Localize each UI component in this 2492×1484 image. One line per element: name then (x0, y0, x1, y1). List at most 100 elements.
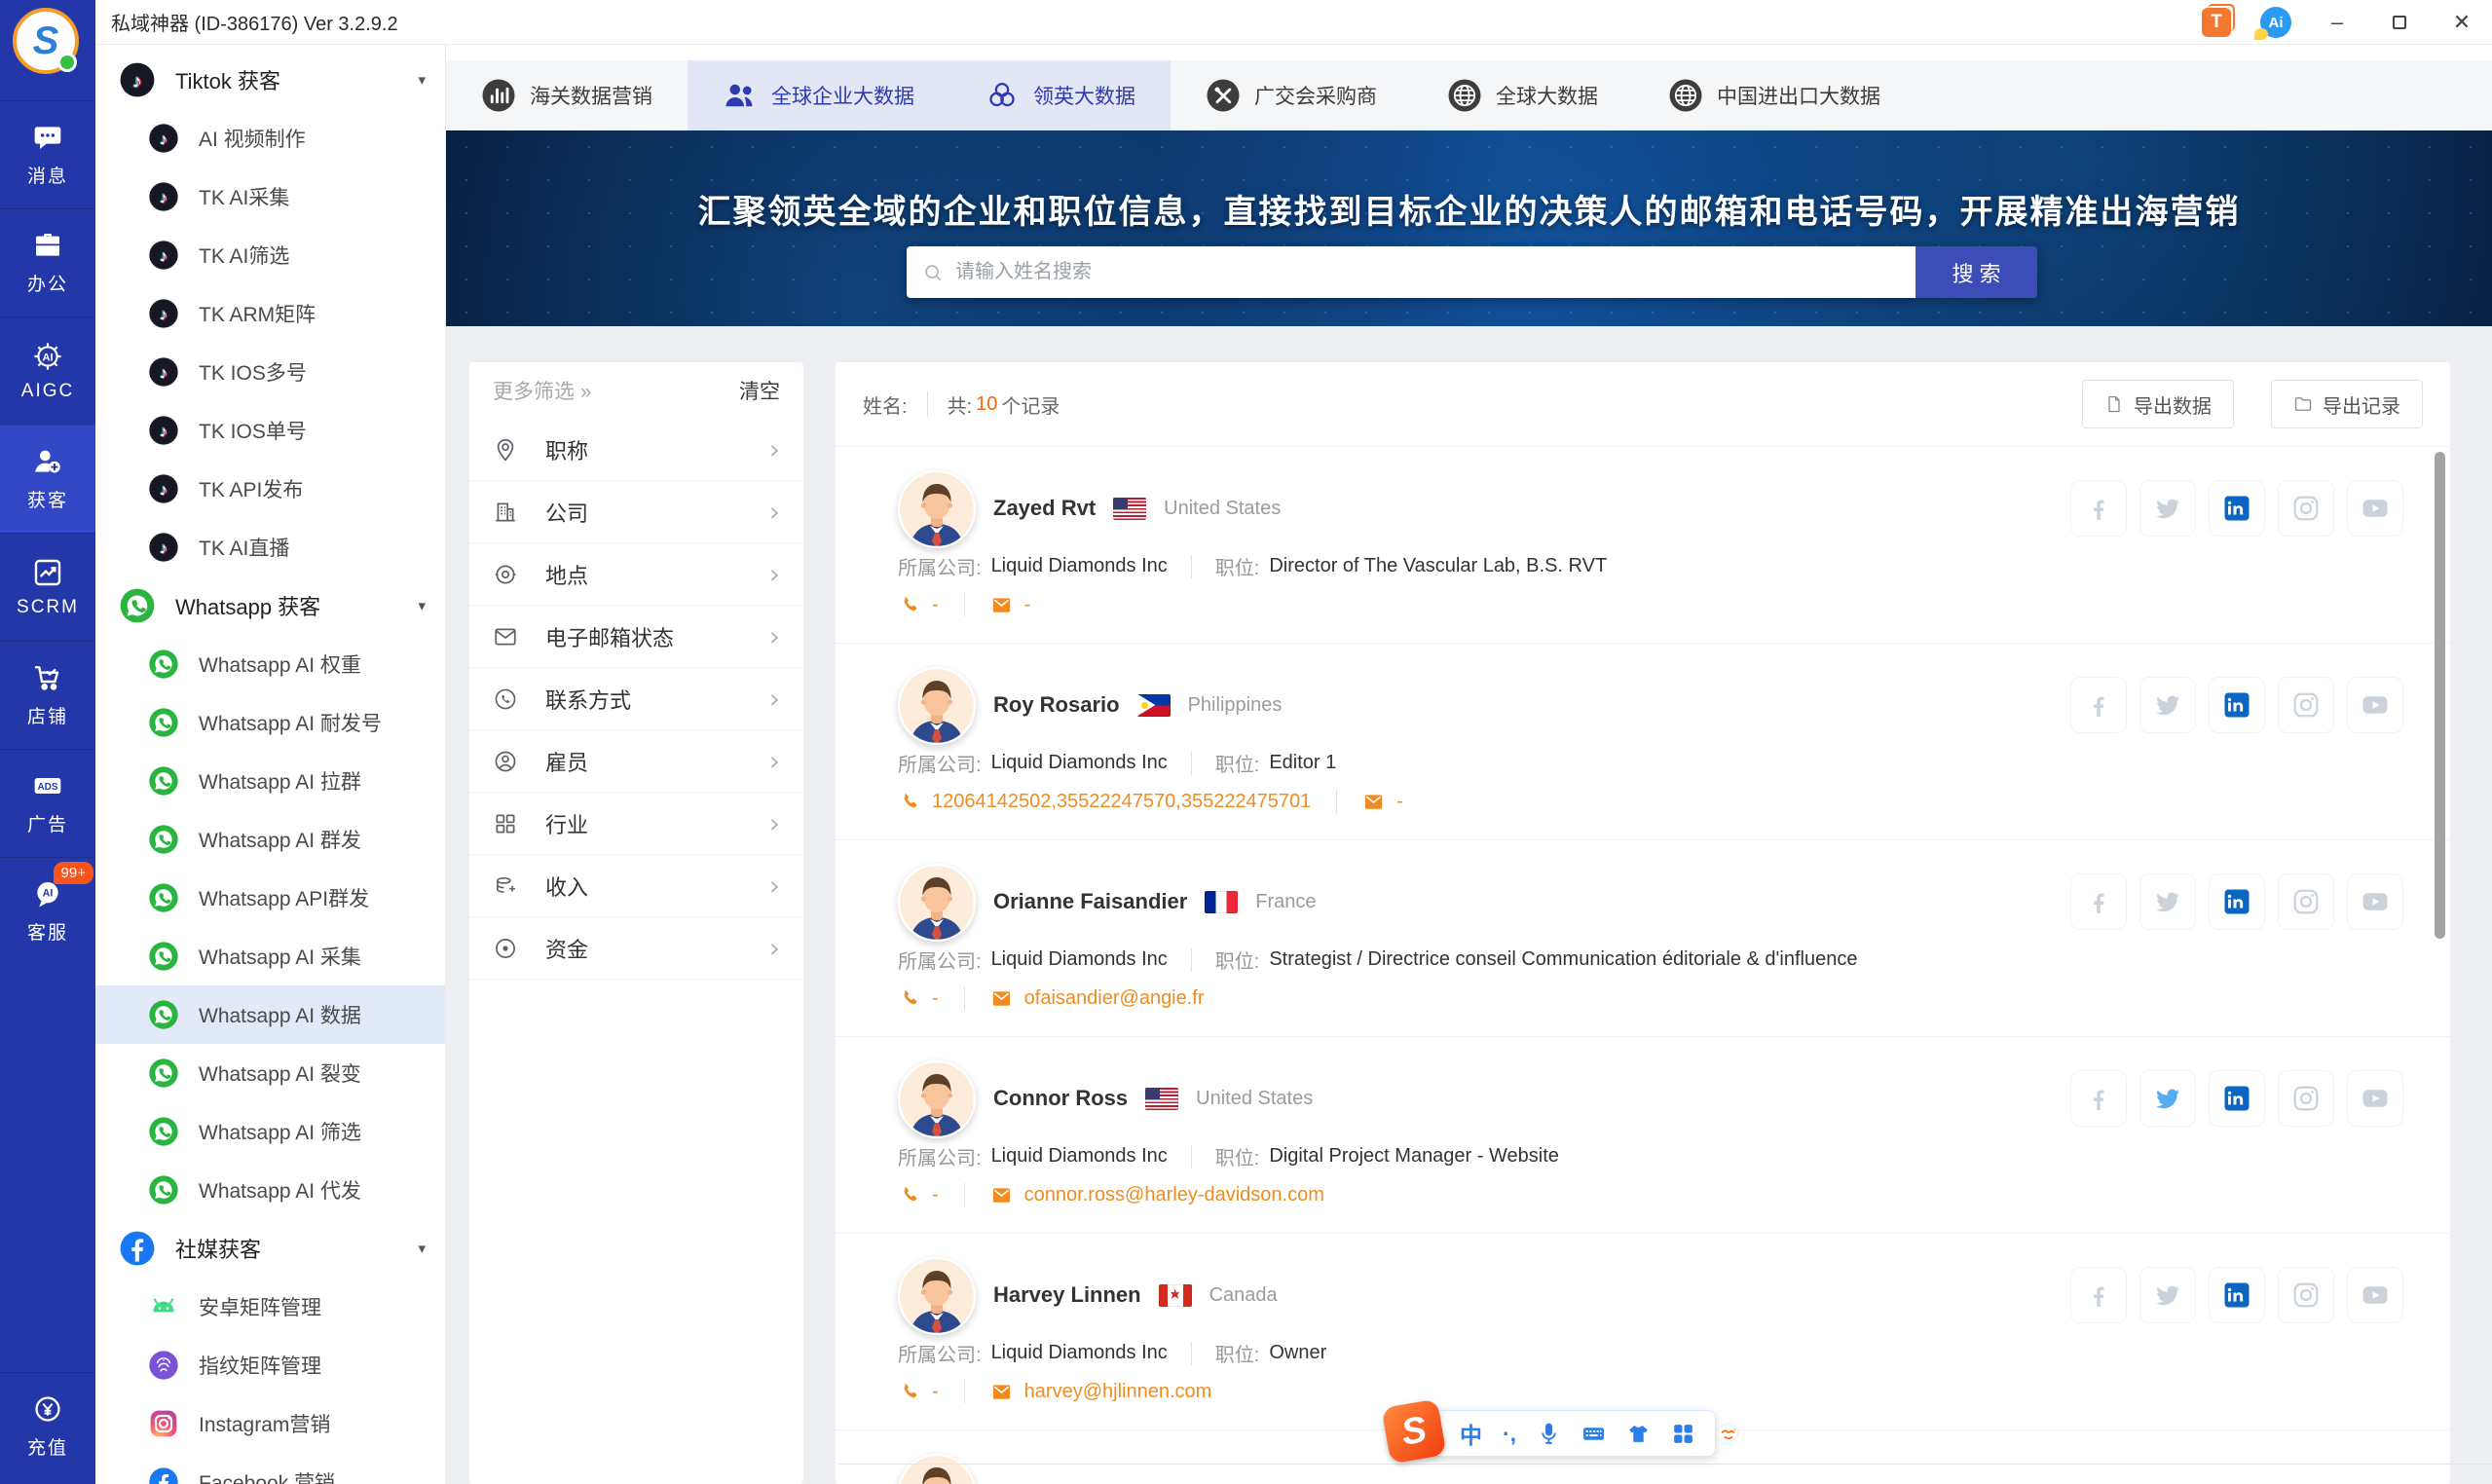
keyboard-icon[interactable] (1581, 1422, 1606, 1446)
phone-value[interactable]: - (932, 1184, 939, 1206)
sogou-logo-icon[interactable]: S (1381, 1398, 1447, 1465)
instagram-icon[interactable] (2278, 1070, 2334, 1127)
tab-global-data[interactable]: 全球大数据 (1412, 60, 1633, 130)
maximize-button[interactable] (2383, 6, 2416, 39)
facebook-icon[interactable] (2070, 1267, 2127, 1323)
filter-item-employees[interactable]: 雇员 › (469, 730, 803, 793)
toolbox-grid-icon[interactable] (1671, 1422, 1695, 1446)
instagram-icon[interactable] (2278, 677, 2334, 733)
facebook-icon[interactable] (2070, 1070, 2127, 1127)
sidebar-item-instagram-marketing[interactable]: Instagram营销 (95, 1394, 445, 1453)
linkedin-icon[interactable] (2209, 480, 2265, 537)
email-value[interactable]: connor.ross@harley-davidson.com (1024, 1184, 1324, 1206)
rail-item-office[interactable]: 办公 (0, 208, 95, 316)
sidebar-item-whatsapp-group[interactable]: Whatsapp 获客 ▾ (95, 576, 445, 635)
email-value[interactable]: - (1396, 791, 1403, 813)
minimize-button[interactable]: – (2321, 6, 2354, 39)
email-value[interactable]: - (1024, 594, 1031, 616)
rail-item-messages[interactable]: 消息 (0, 100, 95, 208)
sidebar-item-android-matrix[interactable]: 安卓矩阵管理 (95, 1278, 445, 1336)
facebook-icon[interactable] (2070, 677, 2127, 733)
sidebar-item-facebook-marketing[interactable]: Facebook 营销 (95, 1453, 445, 1484)
filter-item-revenue[interactable]: 收入 › (469, 855, 803, 917)
sidebar-item-tk-ios-multi[interactable]: ♪ ♪ ♪ TK IOS多号 (95, 343, 445, 401)
translate-icon[interactable]: T (2202, 8, 2231, 37)
linkedin-icon[interactable] (2209, 873, 2265, 930)
sidebar-item-wa-mass-send[interactable]: Whatsapp AI 群发 (95, 810, 445, 869)
export-records-button[interactable]: 导出记录 (2271, 380, 2423, 428)
search-button[interactable]: 搜索 (1915, 246, 2037, 298)
rail-item-shop[interactable]: 店铺 (0, 641, 95, 749)
youtube-icon[interactable] (2347, 1267, 2403, 1323)
rail-item-ads[interactable]: ADS 广告 (0, 749, 95, 857)
sidebar-item-tk-arm-matrix[interactable]: ♪ ♪ ♪ TK ARM矩阵 (95, 284, 445, 343)
tab-customs-marketing[interactable]: 海关数据营销 (446, 60, 688, 130)
sidebar-item-tk-ios-single[interactable]: ♪ ♪ ♪ TK IOS单号 (95, 401, 445, 460)
twitter-icon[interactable] (2139, 480, 2196, 537)
instagram-icon[interactable] (2278, 873, 2334, 930)
rail-item-support[interactable]: AI 客服 99+ (0, 857, 95, 965)
filter-item-email-status[interactable]: 电子邮箱状态 › (469, 606, 803, 668)
phone-value[interactable]: 12064142502,35522247570,355222475701 (932, 791, 1311, 813)
close-button[interactable]: ✕ (2445, 6, 2478, 39)
linkedin-icon[interactable] (2209, 1267, 2265, 1323)
youtube-icon[interactable] (2347, 873, 2403, 930)
phone-value[interactable]: - (932, 987, 939, 1010)
ai-assistant-icon[interactable]: Ai (2254, 7, 2291, 40)
sidebar-item-wa-durable[interactable]: Whatsapp AI 耐发号 (95, 693, 445, 752)
sidebar-item-wa-proxy-send[interactable]: Whatsapp AI 代发 (95, 1161, 445, 1219)
filter-item-industry[interactable]: 行业 › (469, 793, 803, 855)
sidebar-item-tiktok-group[interactable]: ♪ ♪ ♪ Tiktok 获客 ▾ (95, 51, 445, 109)
sidebar-item-wa-api-mass[interactable]: Whatsapp API群发 (95, 869, 445, 927)
youtube-icon[interactable] (2347, 1070, 2403, 1127)
export-data-button[interactable]: 导出数据 (2082, 380, 2234, 428)
linkedin-icon[interactable] (2209, 1070, 2265, 1127)
filter-item-funding[interactable]: 资金 › (469, 917, 803, 980)
search-input[interactable] (953, 260, 1900, 284)
linkedin-icon[interactable] (2209, 677, 2265, 733)
sidebar-item-fingerprint-matrix[interactable]: 指纹矩阵管理 (95, 1336, 445, 1394)
instagram-icon[interactable] (2278, 1267, 2334, 1323)
instagram-icon[interactable] (2278, 480, 2334, 537)
rail-item-scrm[interactable]: SCRM (0, 533, 95, 641)
rail-item-aigc[interactable]: AI AIGC (0, 316, 95, 425)
sidebar-item-ai-video[interactable]: ♪ ♪ ♪ AI 视频制作 (95, 109, 445, 167)
filter-item-contact-way[interactable]: 联系方式 › (469, 668, 803, 730)
tab-global-company-data[interactable]: 全球企业大数据 (688, 60, 949, 130)
ime-chinese-mode-icon[interactable]: 中 (1460, 1417, 1482, 1450)
sidebar-item-tk-api-publish[interactable]: ♪ ♪ ♪ TK API发布 (95, 460, 445, 518)
more-filters-toggle[interactable]: 更多筛选 » (493, 376, 592, 405)
sidebar-item-wa-fission[interactable]: Whatsapp AI 裂变 (95, 1044, 445, 1102)
filter-item-title[interactable]: 职称 › (469, 419, 803, 481)
sidebar-item-tk-ai-live[interactable]: ♪ ♪ ♪ TK AI直播 (95, 518, 445, 576)
email-value[interactable]: harvey@hjlinnen.com (1024, 1381, 1212, 1403)
sidebar-item-social-group[interactable]: 社媒获客 ▾ (95, 1219, 445, 1278)
filter-item-location[interactable]: 地点 › (469, 543, 803, 606)
twitter-icon[interactable] (2139, 1267, 2196, 1323)
sidebar-item-wa-data[interactable]: Whatsapp AI 数据 (95, 985, 445, 1044)
facebook-icon[interactable] (2070, 480, 2127, 537)
sidebar-item-wa-collect[interactable]: Whatsapp AI 采集 (95, 927, 445, 985)
sidebar-item-tk-ai-filter[interactable]: ♪ ♪ ♪ TK AI筛选 (95, 226, 445, 284)
phone-value[interactable]: - (932, 1381, 939, 1403)
skin-icon[interactable] (1626, 1422, 1651, 1446)
rail-item-acquisition[interactable]: 获客 (0, 425, 95, 533)
tab-canton-fair-buyers[interactable]: 广交会采购商 (1171, 60, 1412, 130)
phone-value[interactable]: - (932, 594, 939, 616)
clear-filters-button[interactable]: 清空 (739, 376, 780, 405)
sidebar-item-tk-ai-collect[interactable]: ♪ ♪ ♪ TK AI采集 (95, 167, 445, 226)
rail-item-recharge[interactable]: 充值 (0, 1372, 95, 1480)
sidebar-item-wa-filter[interactable]: Whatsapp AI 筛选 (95, 1102, 445, 1161)
scrollbar-thumb[interactable] (2435, 452, 2445, 939)
twitter-icon[interactable] (2139, 677, 2196, 733)
twitter-icon[interactable] (2139, 1070, 2196, 1127)
youtube-icon[interactable] (2347, 677, 2403, 733)
filter-item-company[interactable]: 公司 › (469, 481, 803, 543)
ime-assistant-emoji-icon[interactable] (1716, 1422, 1740, 1446)
microphone-icon[interactable] (1537, 1422, 1561, 1446)
ime-punctuation-icon[interactable]: ·, (1503, 1421, 1516, 1447)
tab-linkedin-data[interactable]: 领英大数据 (949, 60, 1171, 130)
sidebar-item-wa-pull-group[interactable]: Whatsapp AI 拉群 (95, 752, 445, 810)
sidebar-item-wa-weight[interactable]: Whatsapp AI 权重 (95, 635, 445, 693)
youtube-icon[interactable] (2347, 480, 2403, 537)
